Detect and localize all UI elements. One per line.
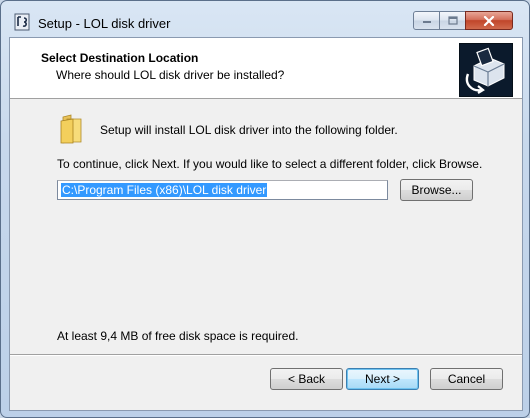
maximize-icon — [447, 16, 458, 25]
title-bar[interactable]: Setup - LOL disk driver — [1, 1, 529, 37]
browse-button[interactable]: Browse... — [400, 179, 473, 201]
cancel-button[interactable]: Cancel — [430, 368, 503, 390]
dialog-body: Select Destination Location Where should… — [9, 37, 523, 411]
next-button[interactable]: Next > — [346, 368, 419, 390]
maximize-button[interactable] — [439, 11, 466, 30]
installer-disk-icon — [459, 43, 513, 97]
wizard-content: Setup will install LOL disk driver into … — [10, 99, 522, 354]
close-icon — [483, 15, 495, 26]
setup-window: Setup - LOL disk driver Select Destinati… — [0, 0, 530, 418]
folder-icon — [60, 114, 82, 144]
back-button[interactable]: < Back — [270, 368, 343, 390]
minimize-button[interactable] — [413, 11, 440, 30]
page-subtitle: Where should LOL disk driver be installe… — [56, 68, 285, 82]
minimize-icon — [422, 20, 431, 23]
window-title: Setup - LOL disk driver — [38, 16, 171, 31]
destination-path-input[interactable]: C:\Program Files (x86)\LOL disk driver — [57, 180, 388, 200]
disk-space-note: At least 9,4 MB of free disk space is re… — [57, 329, 299, 343]
footer-divider — [10, 354, 522, 356]
destination-path-value: C:\Program Files (x86)\LOL disk driver — [61, 183, 268, 197]
app-icon — [14, 13, 30, 31]
intro-text: Setup will install LOL disk driver into … — [100, 123, 398, 137]
close-button[interactable] — [465, 11, 513, 30]
instruction-text: To continue, click Next. If you would li… — [57, 157, 483, 171]
installer-logo-graphic — [465, 47, 505, 94]
page-title: Select Destination Location — [41, 51, 199, 65]
wizard-header: Select Destination Location Where should… — [10, 38, 522, 99]
